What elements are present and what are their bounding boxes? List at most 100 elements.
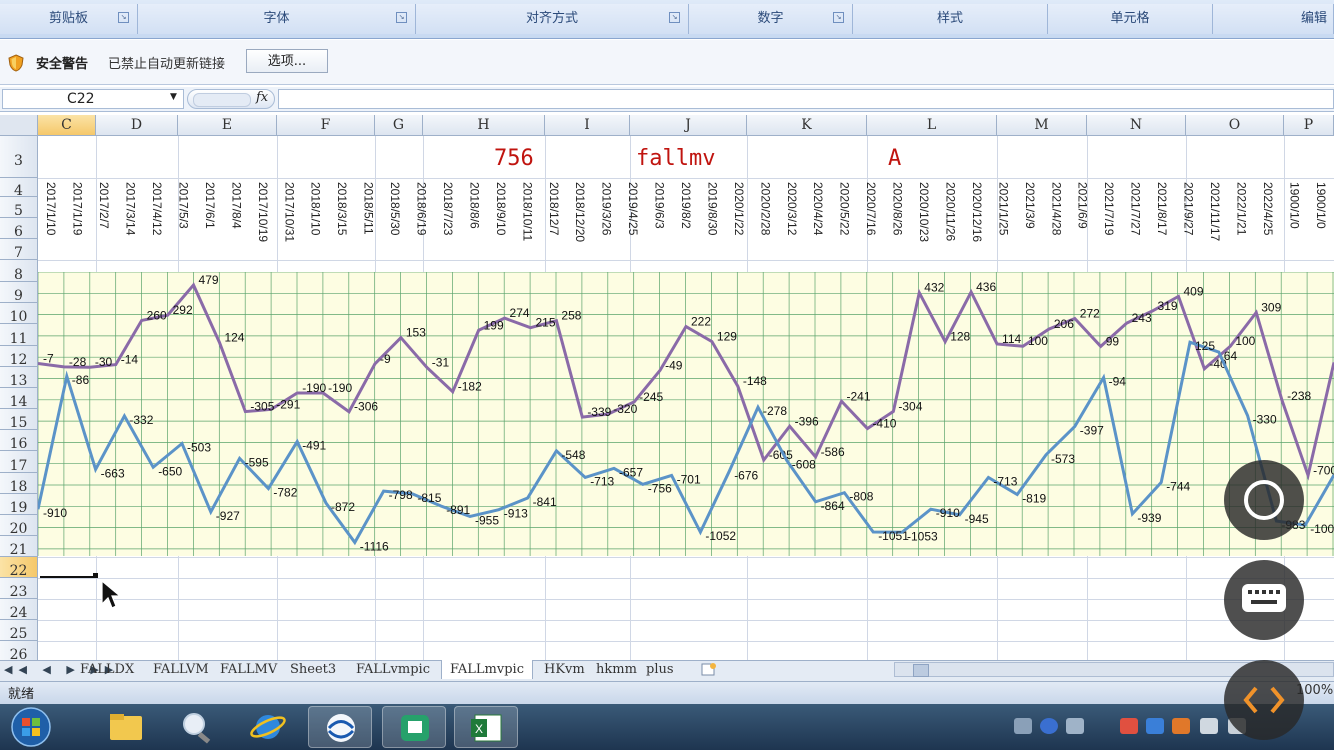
- dialog-launcher-icon[interactable]: ↘: [669, 12, 680, 23]
- file-explorer-icon[interactable]: [94, 706, 158, 748]
- date-label: 2018/7/23: [440, 182, 455, 236]
- ribbon-group-clipboard[interactable]: 剪贴板 ↘: [0, 4, 138, 34]
- cell-j3[interactable]: fallmv: [636, 146, 715, 171]
- options-button[interactable]: 选项...: [246, 49, 328, 73]
- column-header-d[interactable]: D: [96, 115, 178, 136]
- line-chart[interactable]: -7 -28 -30 -14260 292479124-305 -291-190 -190-…: [38, 272, 1334, 556]
- sheet-tab-hkvm[interactable]: HKvm: [536, 660, 593, 679]
- column-header-h[interactable]: H: [423, 115, 545, 136]
- sheet-tab-fallvmpic[interactable]: FALLvmpic: [348, 660, 438, 679]
- cell-l3[interactable]: A: [888, 146, 901, 171]
- internet-explorer-icon[interactable]: [236, 706, 300, 748]
- dialog-launcher-icon[interactable]: ↘: [396, 12, 407, 23]
- record-button[interactable]: [1224, 460, 1304, 540]
- cell-h3[interactable]: 756: [494, 146, 534, 171]
- insert-function-button[interactable]: fx: [256, 90, 268, 105]
- insert-sheet-icon[interactable]: [700, 662, 718, 677]
- row-header-14[interactable]: 14: [0, 388, 38, 410]
- flag-tray-icon[interactable]: [1200, 718, 1218, 734]
- sheet-tab-fallmvpic[interactable]: FALLmvpic: [441, 660, 533, 679]
- row-header-12[interactable]: 12: [0, 346, 38, 368]
- blue-app-icon[interactable]: [308, 706, 372, 748]
- row-header-15[interactable]: 15: [0, 409, 38, 431]
- row-header-22[interactable]: 22: [0, 557, 38, 579]
- column-header-k[interactable]: K: [747, 115, 867, 136]
- data-label: 258: [561, 309, 581, 323]
- column-header-o[interactable]: O: [1186, 115, 1284, 136]
- date-label: 2022/4/25: [1260, 182, 1275, 236]
- row-header-5[interactable]: 5: [0, 197, 38, 219]
- row-header-3[interactable]: 3: [0, 136, 38, 178]
- sheet-tab-falldx[interactable]: FALLDX: [72, 660, 142, 679]
- row-header-19[interactable]: 19: [0, 494, 38, 516]
- column-header-c[interactable]: C: [38, 115, 96, 136]
- fill-handle[interactable]: [93, 573, 98, 578]
- column-header-g[interactable]: G: [375, 115, 423, 136]
- row-header-10[interactable]: 10: [0, 303, 38, 325]
- name-box-dropdown-icon[interactable]: ▼: [170, 92, 177, 102]
- row-header-20[interactable]: 20: [0, 515, 38, 537]
- data-label: -676: [734, 468, 758, 482]
- ribbon-group-number[interactable]: 数字 ↘: [689, 4, 853, 34]
- name-box[interactable]: C22: [2, 89, 184, 109]
- sheet-tab-fallmv[interactable]: FALLMV: [212, 660, 285, 679]
- formula-input[interactable]: [278, 89, 1334, 109]
- ribbon-group-label: 剪贴板: [48, 11, 88, 26]
- sheet-tab-plus[interactable]: plus: [638, 660, 682, 679]
- ribbon-group-alignment[interactable]: 对齐方式 ↘: [416, 4, 689, 34]
- column-header-e[interactable]: E: [178, 115, 277, 136]
- help-tray-icon[interactable]: [1040, 718, 1058, 734]
- row-header-23[interactable]: 23: [0, 578, 38, 600]
- column-header-i[interactable]: I: [545, 115, 630, 136]
- row-header-6[interactable]: 6: [0, 218, 38, 240]
- row-header-4[interactable]: 4: [0, 178, 38, 199]
- row-header-24[interactable]: 24: [0, 599, 38, 621]
- data-label: -927: [216, 509, 240, 523]
- excel-icon[interactable]: X: [454, 706, 518, 748]
- scroll-thumb[interactable]: [913, 664, 929, 677]
- row-header-9[interactable]: 9: [0, 282, 38, 304]
- ribbon-group-cells[interactable]: 单元格: [1048, 4, 1213, 34]
- sheet-tab-hkmm[interactable]: hkmm: [588, 660, 645, 679]
- sheet-tab-sheet3[interactable]: Sheet3: [282, 660, 344, 679]
- active-cell-selection[interactable]: [40, 565, 96, 578]
- column-header-f[interactable]: F: [277, 115, 375, 136]
- row-header-16[interactable]: 16: [0, 430, 38, 452]
- windows-start-icon[interactable]: [8, 706, 54, 748]
- row-header-8[interactable]: 8: [0, 260, 38, 283]
- data-label: -819: [1022, 492, 1046, 506]
- ribbon-group-editing[interactable]: 编辑: [1213, 4, 1334, 34]
- row-header-13[interactable]: 13: [0, 367, 38, 389]
- data-label: 319: [1158, 299, 1178, 313]
- network-tray-icon[interactable]: [1066, 718, 1084, 734]
- ribbon-group-font[interactable]: 字体 ↘: [138, 4, 416, 34]
- dialog-launcher-icon[interactable]: ↘: [118, 12, 129, 23]
- row-header-25[interactable]: 25: [0, 620, 38, 642]
- app-tray-icon[interactable]: [1172, 718, 1190, 734]
- column-header-n[interactable]: N: [1087, 115, 1186, 136]
- keyboard-button[interactable]: [1224, 560, 1304, 640]
- security-tray-icon[interactable]: [1120, 718, 1138, 734]
- keyboard-tray-icon[interactable]: [1014, 718, 1032, 734]
- column-header-p[interactable]: P: [1284, 115, 1334, 136]
- column-header-m[interactable]: M: [997, 115, 1087, 136]
- column-header-l[interactable]: L: [867, 115, 997, 136]
- row-header-18[interactable]: 18: [0, 473, 38, 495]
- row-header-17[interactable]: 17: [0, 451, 38, 474]
- row-header-26[interactable]: 26: [0, 641, 38, 663]
- magnifier-app-icon[interactable]: [164, 706, 228, 748]
- date-label: 2018/5/30: [388, 182, 403, 236]
- shield-tray-icon[interactable]: [1146, 718, 1164, 734]
- sheet-tab-fallvm[interactable]: FALLVM: [145, 660, 217, 679]
- row-header-21[interactable]: 21: [0, 536, 38, 558]
- select-all-corner[interactable]: [0, 115, 38, 136]
- ribbon-group-styles[interactable]: 样式: [853, 4, 1048, 34]
- resize-button[interactable]: [1224, 660, 1304, 740]
- data-label: 309: [1261, 301, 1281, 315]
- row-header-11[interactable]: 11: [0, 324, 38, 347]
- dialog-launcher-icon[interactable]: ↘: [833, 12, 844, 23]
- green-app-icon[interactable]: [382, 706, 446, 748]
- row-gridline: [38, 578, 1334, 579]
- column-header-j[interactable]: J: [630, 115, 747, 136]
- row-header-7[interactable]: 7: [0, 239, 38, 261]
